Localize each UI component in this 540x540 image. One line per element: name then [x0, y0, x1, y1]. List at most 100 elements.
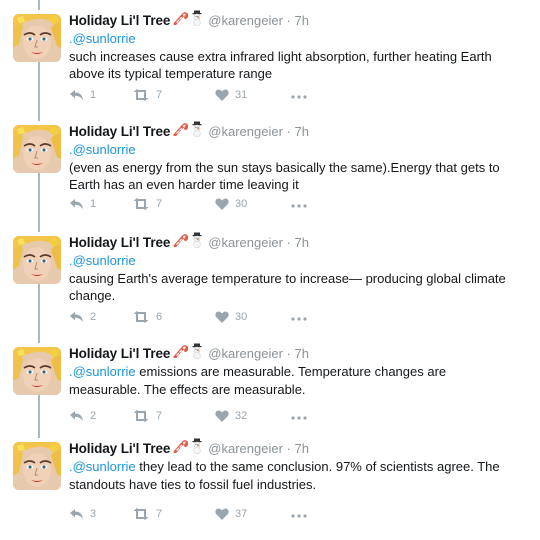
- reply-icon: [70, 90, 83, 100]
- mention-link[interactable]: .@sunlorrie: [69, 253, 136, 268]
- retweet-count: 7: [156, 89, 163, 101]
- more-button[interactable]: [291, 204, 313, 208]
- retweet-icon: [133, 508, 149, 520]
- reply-icon: [70, 312, 83, 322]
- tweet-header: Holiday Li'l Tree @karengeier · 7h: [69, 121, 529, 141]
- avatar[interactable]: [13, 236, 61, 284]
- tweet: Holiday Li'l Tree @karengeier · 7h .@sunl…: [0, 121, 540, 218]
- author-handle-time[interactable]: @karengeier · 7h: [208, 235, 309, 250]
- like-button[interactable]: 32: [215, 410, 247, 422]
- tweet-header: Holiday Li'l Tree @karengeier · 7h: [69, 10, 529, 30]
- tweet-text: .@sunlorrie such increases cause extra in…: [69, 30, 519, 83]
- more-dots-icon: [291, 416, 307, 420]
- heart-icon: [215, 89, 229, 101]
- mention-link[interactable]: .@sunlorrie: [69, 459, 136, 474]
- like-button[interactable]: 37: [215, 508, 247, 520]
- more-button[interactable]: [291, 317, 313, 321]
- retweet-icon: [133, 410, 149, 422]
- reply-button[interactable]: 3: [69, 508, 96, 520]
- tweet-text: .@sunlorrie they lead to the same conclu…: [69, 458, 519, 493]
- snowman-icon: [190, 438, 204, 459]
- author-handle-time[interactable]: @karengeier · 7h: [208, 346, 309, 361]
- retweet-button[interactable]: 6: [132, 311, 162, 323]
- avatar[interactable]: [13, 14, 61, 62]
- tweet-header: Holiday Li'l Tree @karengeier · 7h: [69, 343, 529, 363]
- heart-icon: [215, 508, 229, 520]
- snowman-icon: [190, 343, 204, 364]
- retweet-icon: [133, 89, 149, 101]
- like-count: 31: [235, 89, 248, 101]
- mention-link[interactable]: .@sunlorrie: [69, 31, 136, 46]
- like-button[interactable]: 30: [215, 198, 247, 210]
- reply-count: 3: [90, 508, 97, 520]
- like-button[interactable]: 30: [215, 311, 247, 323]
- snowman-icon: [190, 232, 204, 253]
- heart-icon: [215, 410, 229, 422]
- tweet-actions: 1 7 30: [69, 198, 369, 214]
- tweet-actions: 2 7 32: [69, 410, 369, 426]
- mention-link[interactable]: .@sunlorrie: [69, 142, 136, 157]
- retweet-button[interactable]: 7: [132, 508, 162, 520]
- retweet-icon: [133, 198, 149, 210]
- reply-button[interactable]: 2: [69, 311, 96, 323]
- more-button[interactable]: [291, 416, 313, 420]
- tweet-content: Holiday Li'l Tree @karengeier · 7h .@sunl…: [69, 121, 529, 210]
- tweet-actions: 2 6 30: [69, 311, 369, 327]
- retweet-count: 7: [156, 198, 163, 210]
- more-button[interactable]: [291, 514, 313, 518]
- retweet-button[interactable]: 7: [132, 198, 162, 210]
- more-button[interactable]: [291, 95, 313, 99]
- tweet-actions: 1 7 31: [69, 89, 369, 105]
- retweet-count: 7: [156, 410, 163, 422]
- tweet: Holiday Li'l Tree @karengeier · 7h .@sunl…: [0, 343, 540, 430]
- tweet-content: Holiday Li'l Tree @karengeier · 7h .@sunl…: [69, 10, 529, 101]
- reply-icon: [70, 509, 83, 519]
- tweet-header: Holiday Li'l Tree @karengeier · 7h: [69, 232, 529, 252]
- tweet-text: .@sunlorrie emissions are measurable. Te…: [69, 363, 519, 398]
- reply-button[interactable]: 1: [69, 89, 96, 101]
- author-name[interactable]: Holiday Li'l Tree: [69, 124, 170, 139]
- tweet-content: Holiday Li'l Tree @karengeier · 7h .@sunl…: [69, 232, 529, 323]
- author-name[interactable]: Holiday Li'l Tree: [69, 13, 170, 28]
- tweet-text: .@sunlorrie causing Earth's average tempe…: [69, 252, 519, 305]
- mention-link[interactable]: .@sunlorrie: [69, 364, 136, 379]
- avatar[interactable]: [13, 442, 61, 490]
- retweet-button[interactable]: 7: [132, 410, 162, 422]
- avatar[interactable]: [13, 125, 61, 173]
- reply-icon: [70, 411, 83, 421]
- tweet-content: Holiday Li'l Tree @karengeier · 7h .@sunl…: [69, 343, 529, 422]
- retweet-count: 7: [156, 508, 163, 520]
- tweet-actions: 3 7 37: [69, 508, 369, 524]
- tweet-thread: Holiday Li'l Tree @karengeier · 7h .@sunl…: [0, 0, 540, 540]
- reply-button[interactable]: 1: [69, 198, 96, 210]
- author-handle-time[interactable]: @karengeier · 7h: [208, 13, 309, 28]
- cane-icon: [172, 122, 189, 141]
- tweet-body-text: causing Earth's average temperature to i…: [69, 270, 506, 304]
- reply-button[interactable]: 2: [69, 410, 96, 422]
- like-count: 32: [235, 410, 248, 422]
- tweet: Holiday Li'l Tree @karengeier · 7h .@sunl…: [0, 438, 540, 528]
- like-count: 30: [235, 311, 248, 323]
- retweet-icon: [133, 311, 149, 323]
- author-handle-time[interactable]: @karengeier · 7h: [208, 441, 309, 456]
- reply-count: 2: [90, 410, 97, 422]
- snowman-icon: [190, 121, 204, 142]
- author-name[interactable]: Holiday Li'l Tree: [69, 235, 170, 250]
- author-name[interactable]: Holiday Li'l Tree: [69, 441, 170, 456]
- cane-icon: [172, 344, 189, 363]
- reply-count: 1: [90, 89, 97, 101]
- author-name[interactable]: Holiday Li'l Tree: [69, 346, 170, 361]
- more-dots-icon: [291, 95, 307, 99]
- author-handle-time[interactable]: @karengeier · 7h: [208, 124, 309, 139]
- like-button[interactable]: 31: [215, 89, 247, 101]
- tweet-text: .@sunlorrie (even as energy from the sun …: [69, 141, 519, 194]
- thread-connector-line: [38, 0, 40, 10]
- more-dots-icon: [291, 514, 307, 518]
- reply-icon: [70, 199, 83, 209]
- tweet: Holiday Li'l Tree @karengeier · 7h .@sunl…: [0, 232, 540, 331]
- cane-icon: [172, 233, 189, 252]
- reply-count: 2: [90, 311, 97, 323]
- heart-icon: [215, 198, 229, 210]
- avatar[interactable]: [13, 347, 61, 395]
- retweet-button[interactable]: 7: [132, 89, 162, 101]
